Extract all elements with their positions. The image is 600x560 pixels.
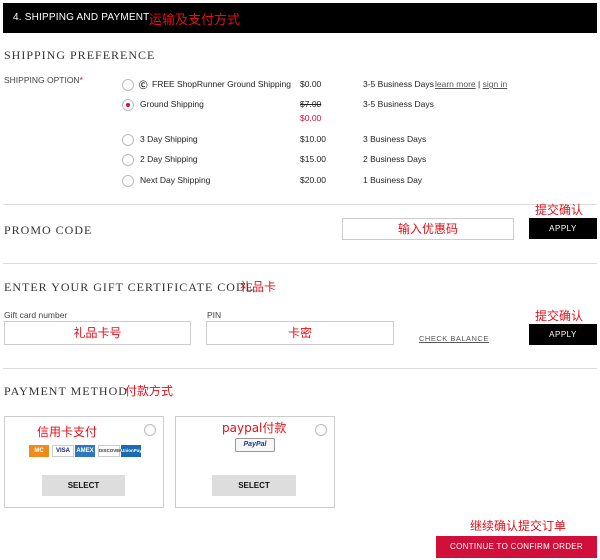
promo-code-title: PROMO CODE: [4, 223, 93, 237]
paypal-annotation: paypal付款: [222, 421, 287, 435]
divider: [3, 368, 597, 369]
shipping-radio-2day[interactable]: [122, 154, 134, 166]
shipping-radio-ground[interactable]: [122, 99, 134, 111]
shipping-option-time: 1 Business Day: [363, 175, 423, 185]
select-credit-card-button[interactable]: SELECT: [42, 475, 125, 496]
divider: [3, 263, 597, 264]
continue-to-confirm-order-button[interactable]: CONTINUE TO CONFIRM ORDER: [436, 536, 597, 558]
gift-card-placeholder: 礼品卡号: [73, 326, 122, 340]
paypal-logo-icon: PayPal: [235, 438, 275, 452]
promo-code-placeholder: 输入优惠码: [397, 222, 458, 236]
shoprunner-links: learn more | sign in: [435, 79, 508, 89]
credit-card-annotation: 信用卡支付: [37, 425, 98, 439]
pin-label: PIN: [207, 310, 222, 320]
shipping-option-time: 2 Business Days: [363, 154, 427, 164]
shipping-radio-3day[interactable]: [122, 134, 134, 146]
section-header-title: 4. SHIPPING AND PAYMENT: [13, 12, 150, 23]
visa-icon: VISA: [52, 445, 74, 457]
shipping-option-name: Ground Shipping: [140, 99, 204, 109]
shipping-option-name: 3 Day Shipping: [140, 134, 198, 144]
shipping-option-price: $10.00: [300, 134, 326, 144]
learn-more-link[interactable]: learn more: [435, 79, 476, 89]
promo-annotation: 提交确认: [535, 203, 584, 217]
check-balance-link[interactable]: CHECK BALANCE: [419, 334, 489, 343]
pin-placeholder: 卡密: [287, 326, 312, 340]
mastercard-icon: MC: [29, 445, 49, 457]
shipping-option-price: $0.00: [300, 79, 322, 89]
shipping-preference-title: SHIPPING PREFERENCE: [4, 48, 156, 62]
gift-certificate-title: ENTER YOUR GIFT CERTIFICATE CODE: [4, 280, 254, 294]
payment-radio-paypal[interactable]: [315, 424, 327, 436]
shipping-option-name: Next Day Shipping: [140, 175, 211, 185]
shipping-option-price: $15.00: [300, 154, 326, 164]
gift-apply-button[interactable]: APPLY: [529, 324, 597, 345]
shipping-option-original-price: $7.00: [300, 99, 322, 109]
shoprunner-icon: Ⓒ: [139, 80, 148, 90]
shipping-option-time: 3-5 Business Days: [363, 79, 434, 89]
pin-input[interactable]: 卡密: [206, 321, 394, 345]
promo-apply-button[interactable]: APPLY: [529, 218, 597, 239]
shipping-option-name: 2 Day Shipping: [140, 154, 198, 164]
payment-annotation: 付款方式: [125, 384, 174, 398]
gift-apply-annotation: 提交确认: [535, 309, 584, 323]
amex-icon: AMEX: [75, 445, 95, 457]
payment-method-title: PAYMENT METHOD: [4, 384, 128, 398]
shipping-option-price: $20.00: [300, 175, 326, 185]
divider: [3, 204, 597, 205]
gift-annotation: 礼品卡: [240, 280, 277, 294]
shipping-option-label: SHIPPING OPTION*: [4, 75, 83, 85]
unionpay-icon: UnionPay: [121, 445, 142, 457]
header-annotation: 运输及支付方式: [149, 13, 241, 28]
shipping-radio-shoprunner[interactable]: [122, 79, 134, 91]
shipping-radio-nextday[interactable]: [122, 175, 134, 187]
sign-in-link[interactable]: sign in: [483, 79, 508, 89]
gift-card-input[interactable]: 礼品卡号: [4, 321, 191, 345]
continue-annotation: 继续确认提交订单: [470, 519, 567, 533]
shipping-option-price: $0.00: [300, 113, 322, 123]
shipping-option-time: 3-5 Business Days: [363, 99, 434, 109]
promo-code-input[interactable]: 输入优惠码: [342, 218, 514, 240]
gift-card-label: Gift card number: [4, 310, 68, 320]
shipping-option-name: FREE ShopRunner Ground Shipping: [152, 79, 291, 89]
discover-icon: DISCOVER: [98, 445, 123, 457]
shipping-option-time: 3 Business Days: [363, 134, 427, 144]
select-paypal-button[interactable]: SELECT: [212, 475, 296, 496]
payment-radio-credit-card[interactable]: [144, 424, 156, 436]
